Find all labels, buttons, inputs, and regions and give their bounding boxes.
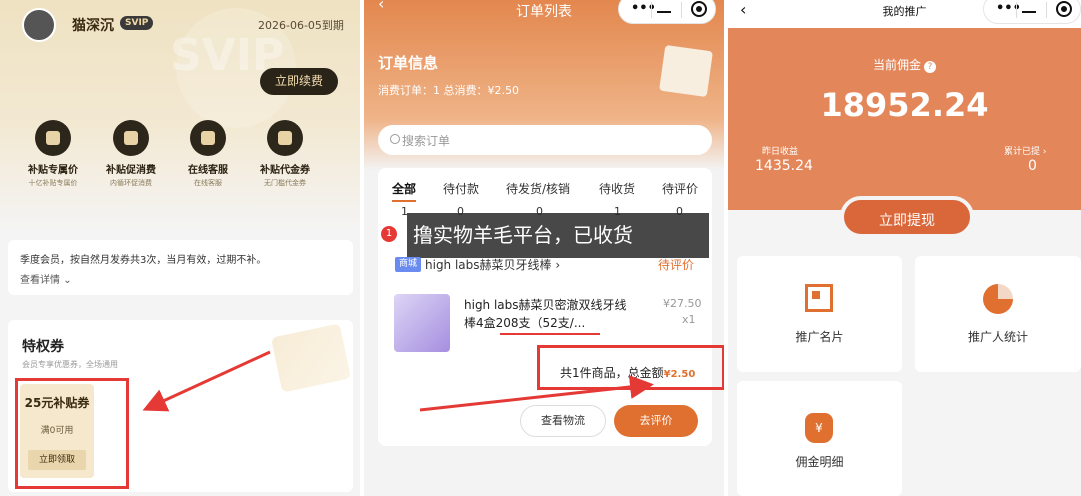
capsule-divider xyxy=(1016,2,1017,18)
product-thumbnail[interactable] xyxy=(394,294,450,352)
svip-member-panel: SVIP 猫深沉 SVIP 2026-06-05到期 立即续费 补贴专属价 十亿… xyxy=(0,0,360,496)
tab-all[interactable]: 全部 xyxy=(392,180,416,197)
product-name[interactable]: high labs赫菜贝密澈双线牙线棒4盒208支（52支/... xyxy=(464,296,632,332)
order-status: 待评价 xyxy=(658,258,695,272)
total-withdrawn-label[interactable]: 累计已提 › xyxy=(1004,144,1046,157)
order-info-title: 订单信息 xyxy=(378,54,439,72)
svip-badge: SVIP xyxy=(120,16,154,30)
more-dots-icon[interactable]: ••• xyxy=(631,1,656,16)
view-details-link[interactable]: 查看详情 ⌄ xyxy=(20,271,72,286)
vip-header: SVIP 猫深沉 SVIP 2026-06-05到期 立即续费 补贴专属价 十亿… xyxy=(0,0,360,230)
withdraw-button[interactable]: 立即提现 xyxy=(840,196,974,238)
pie-chart-icon xyxy=(983,284,1013,314)
expire-date: 2026-06-05到期 xyxy=(258,19,344,32)
ticket-icon xyxy=(267,120,303,156)
product-quantity: x1 xyxy=(682,313,696,326)
money-bag-icon: ¥ xyxy=(805,413,833,443)
membership-note: 季度会员，按自然月发券共3次，当月有效，过期不补。 xyxy=(20,255,267,266)
gift-icon xyxy=(113,120,149,156)
tile-label: 推广人统计 xyxy=(967,330,1028,344)
tab-pending-shipment[interactable]: 待发货/核销 xyxy=(506,180,570,197)
close-target-icon[interactable] xyxy=(1056,1,1072,17)
total-prefix: 共1件商品，总金额 xyxy=(560,366,664,380)
benefit-sub: 在线客服 xyxy=(194,179,222,187)
total-withdrawn-value: 0 xyxy=(1028,158,1037,174)
benefit-sub: 无门槛代金券 xyxy=(264,179,306,187)
tab-pending-review[interactable]: 待评价 xyxy=(662,180,698,197)
commission-amount: 18952.24 xyxy=(820,86,989,124)
notification-badge: 1 xyxy=(381,226,397,242)
minimize-icon[interactable] xyxy=(657,11,671,13)
mini-program-capsule: ••• xyxy=(983,0,1081,24)
write-review-button[interactable]: 去评价 xyxy=(614,405,698,437)
view-logistics-button[interactable]: 查看物流 xyxy=(520,405,606,437)
shop-row[interactable]: 商城 high labs赫菜贝牙线棒 › 待评价 xyxy=(395,257,705,273)
my-promotion-panel: ‹ 我的推广 ••• 当前佣金? 18952.24 昨日收益 1435.24 累… xyxy=(728,0,1081,496)
benefit-item[interactable]: 补贴促消费 内循环促消费 xyxy=(93,120,169,188)
active-tab-indicator xyxy=(392,200,416,202)
benefit-sub: 十亿补贴专属价 xyxy=(28,179,78,187)
annotation-highlight-box xyxy=(15,378,129,489)
search-icon xyxy=(390,134,400,144)
commission-label: 当前佣金? xyxy=(728,56,1081,73)
tab-pending-receipt[interactable]: 待收货 xyxy=(599,180,635,197)
tile-label: 佣金明细 xyxy=(795,455,844,469)
caption-overlay: 撸实物羊毛平台，已收货 xyxy=(407,213,709,258)
product-price: ¥27.50 xyxy=(663,297,702,310)
capsule-divider xyxy=(1046,2,1047,18)
renew-button[interactable]: 立即续费 xyxy=(260,68,338,95)
tile-label: 推广名片 xyxy=(795,330,844,344)
yesterday-earnings-value: 1435.24 xyxy=(755,158,813,174)
tab-pending-payment[interactable]: 待付款 xyxy=(443,180,479,197)
privilege-title: 特权券 xyxy=(22,339,64,355)
promo-card-tile[interactable]: 推广名片 xyxy=(737,256,902,372)
capsule-divider xyxy=(651,2,652,18)
promoter-stats-tile[interactable]: 推广人统计 xyxy=(915,256,1081,372)
yesterday-earnings-label: 昨日收益 xyxy=(762,147,799,157)
search-placeholder: 搜索订单 xyxy=(402,134,451,148)
mall-tag: 商城 xyxy=(395,257,422,272)
commission-label-text: 当前佣金 xyxy=(872,58,921,72)
close-target-icon[interactable] xyxy=(691,1,707,17)
headset-icon xyxy=(190,120,226,156)
annotation-underline xyxy=(500,333,600,335)
order-list-panel: ‹ 订单列表 ••• 订单信息 消费订单：1 总消费：¥2.50 搜索订单 全部… xyxy=(364,0,724,496)
benefit-title: 在线客服 xyxy=(188,165,228,176)
order-total: 共1件商品，总金额¥2.50 xyxy=(560,364,695,381)
benefit-item[interactable]: 在线客服 在线客服 xyxy=(170,120,246,188)
membership-note-card: 季度会员，按自然月发券共3次，当月有效，过期不补。 查看详情 ⌄ xyxy=(8,240,353,295)
total-amount: ¥2.50 xyxy=(663,369,696,380)
search-input[interactable]: 搜索订单 xyxy=(378,125,712,155)
order-info-summary: 消费订单：1 总消费：¥2.50 xyxy=(378,84,519,97)
coupon-icon xyxy=(35,120,71,156)
view-details-label: 查看详情 xyxy=(20,275,60,286)
help-icon[interactable]: ? xyxy=(924,61,936,73)
benefit-item[interactable]: 补贴专属价 十亿补贴专属价 xyxy=(15,120,91,188)
mini-program-capsule: ••• xyxy=(618,0,716,24)
benefit-title: 补贴促消费 xyxy=(106,165,156,176)
benefit-sub: 内循环促消费 xyxy=(110,179,152,187)
commission-detail-tile[interactable]: ¥ 佣金明细 xyxy=(737,381,902,496)
qr-code-icon xyxy=(805,284,833,312)
more-dots-icon[interactable]: ••• xyxy=(996,1,1021,16)
capsule-divider xyxy=(681,2,682,18)
coupon-decoration-icon xyxy=(270,323,352,393)
chevron-down-icon: ⌄ xyxy=(63,275,72,286)
benefit-title: 补贴专属价 xyxy=(28,165,78,176)
scroll-paper-icon xyxy=(659,44,713,98)
username: 猫深沉 xyxy=(72,18,114,34)
benefit-title: 补贴代金券 xyxy=(260,165,310,176)
avatar[interactable] xyxy=(22,8,56,42)
shop-name[interactable]: high labs赫菜贝牙线棒 › xyxy=(425,256,560,273)
privilege-subtitle: 会员专享优惠券，全场通用 xyxy=(22,360,118,369)
benefit-item[interactable]: 补贴代金券 无门槛代金券 xyxy=(247,120,323,188)
minimize-icon[interactable] xyxy=(1022,11,1036,13)
